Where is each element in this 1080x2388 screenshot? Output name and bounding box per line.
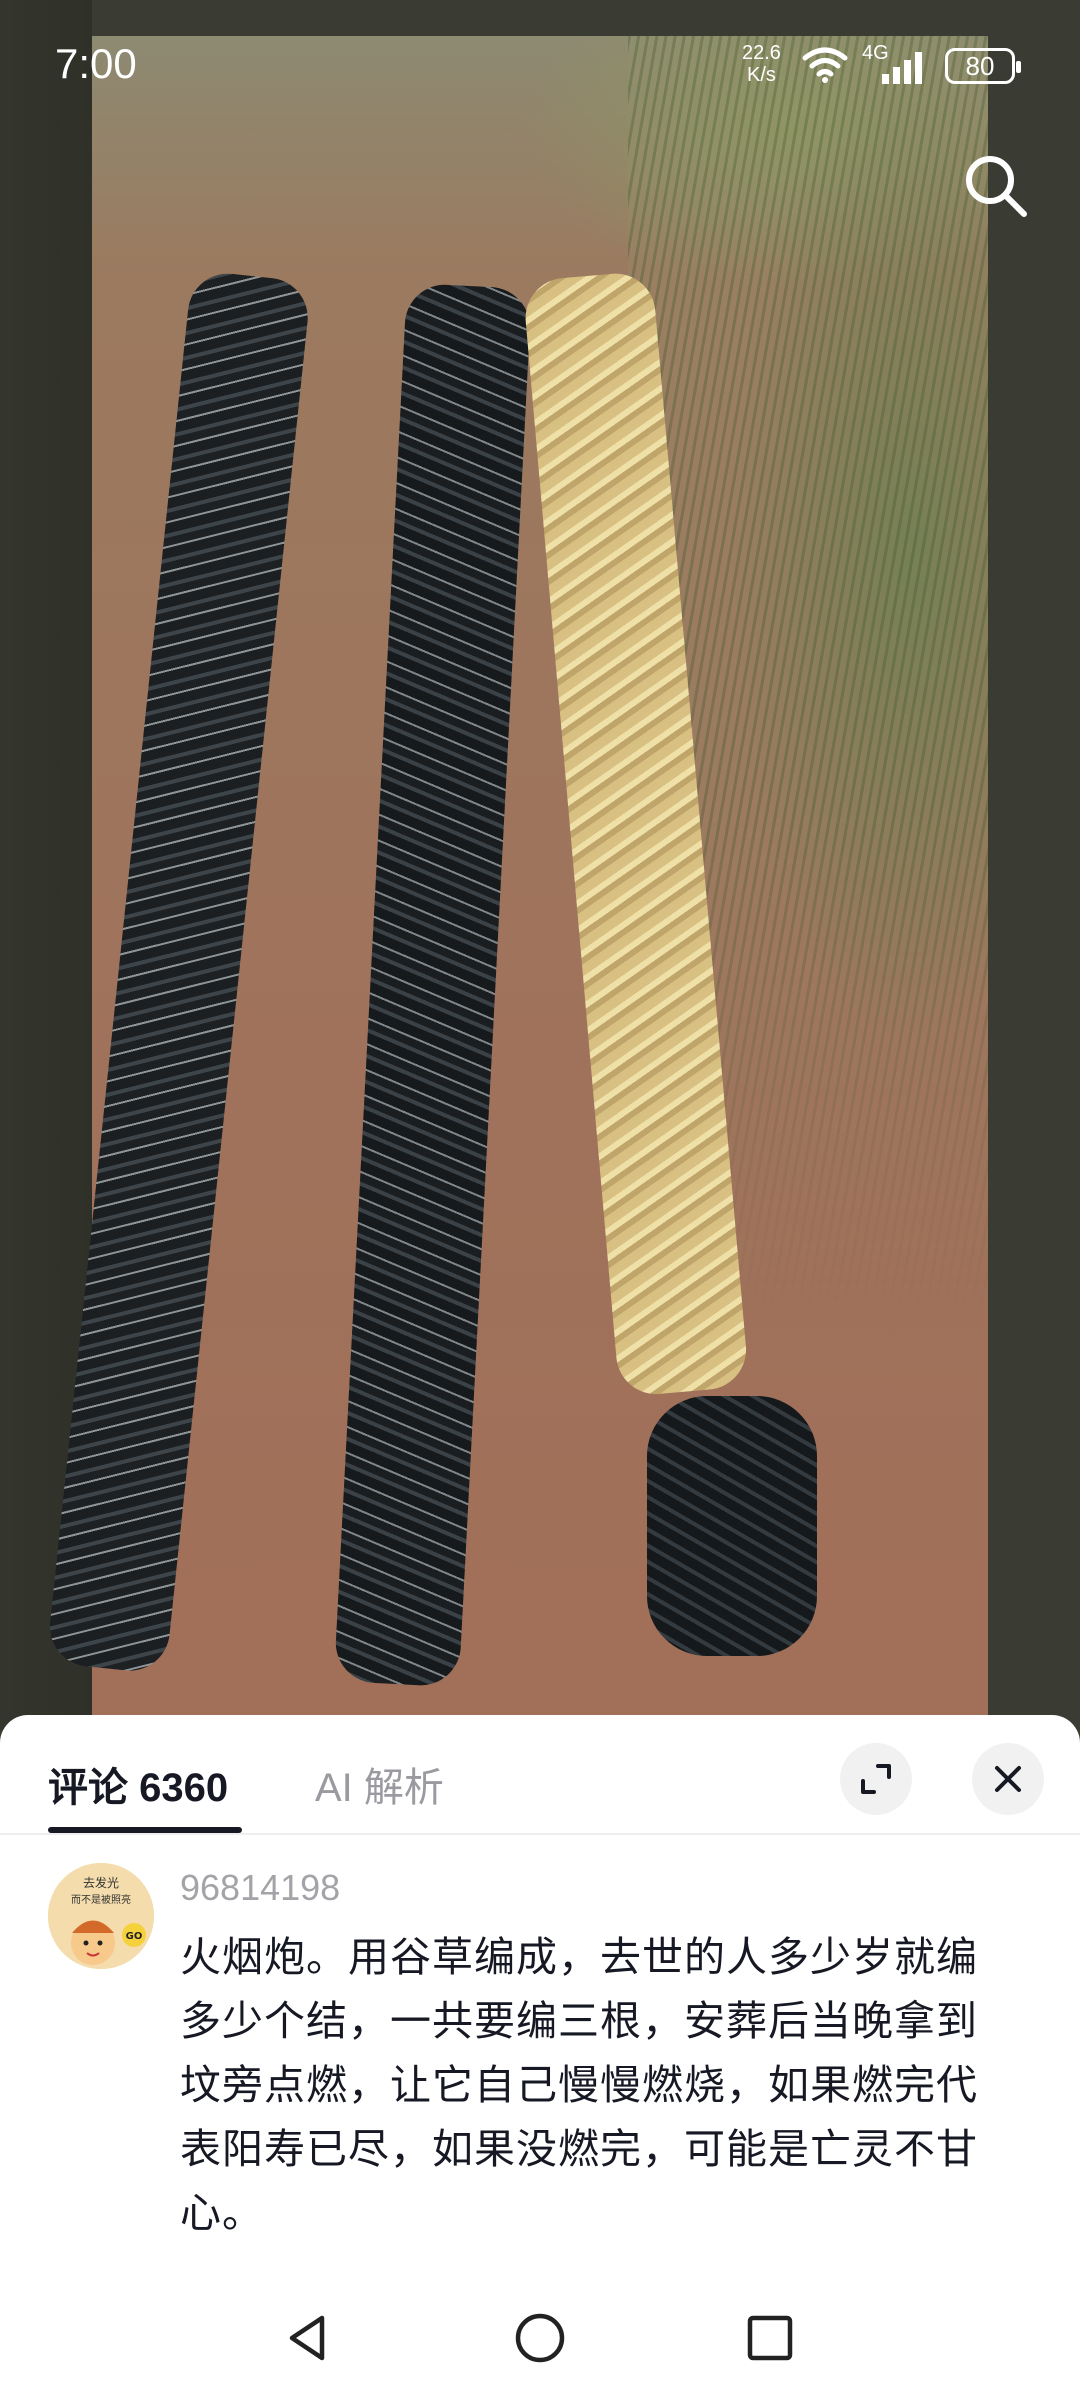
close-icon — [995, 1766, 1021, 1792]
system-nav-bar — [0, 2286, 1080, 2388]
tab-comments[interactable]: 评论 6360 — [48, 1755, 228, 1813]
recent-apps-icon[interactable] — [738, 2306, 802, 2370]
net-speed: 22.6 K/s — [742, 42, 781, 86]
comment-count: 6360 — [139, 1766, 229, 1810]
home-icon[interactable] — [508, 2306, 572, 2370]
burnt-straw-braid — [333, 282, 532, 1688]
avatar[interactable]: 去发光 而不是被照亮 GO — [48, 1863, 154, 1969]
status-time: 7:00 — [55, 40, 137, 87]
comments-sheet: 评论 6360 AI 解析 去发光 而不是被照亮 GO 96814198 火烟炮… — [0, 1715, 1080, 2286]
svg-text:GO: GO — [126, 1931, 143, 1942]
expand-icon — [861, 1764, 891, 1794]
search-icon[interactable] — [960, 150, 1030, 220]
video-frame — [45, 36, 988, 1716]
avatar-image: 去发光 而不是被照亮 GO — [48, 1863, 154, 1969]
comment-text: 火烟炮。用谷草编成，去世的人多少岁就编多少个结，一共要编三根，安葬后当晚拿到坟旁… — [180, 1933, 978, 2237]
burnt-straw-braid — [45, 269, 312, 1675]
close-button[interactable] — [972, 1743, 1044, 1815]
tab-ai-analysis[interactable]: AI 解析 — [315, 1755, 444, 1813]
wifi-icon — [802, 47, 848, 83]
net-speed-unit: K/s — [747, 64, 776, 86]
svg-text:而不是被照亮: 而不是被照亮 — [71, 1893, 131, 1906]
back-icon[interactable] — [276, 2306, 340, 2370]
comments-tabs: 评论 6360 AI 解析 — [0, 1715, 1080, 1835]
battery-indicator: 80 — [945, 48, 1021, 84]
video-player[interactable] — [0, 0, 1080, 1730]
expand-button[interactable] — [840, 1743, 912, 1815]
burnt-braid-end — [647, 1396, 817, 1656]
status-bar: 7:00 22.6 K/s 4G 80 — [0, 0, 1080, 130]
comment-item[interactable]: 去发光 而不是被照亮 GO 96814198 火烟炮。用谷草编成，去世的人多少岁… — [0, 1835, 1080, 2285]
net-speed-value: 22.6 — [742, 42, 781, 64]
svg-text:去发光: 去发光 — [83, 1875, 119, 1890]
signal-icon — [882, 52, 922, 84]
active-tab-indicator — [48, 1827, 242, 1833]
comment-username[interactable]: 96814198 — [180, 1867, 340, 1909]
tab-comments-label: 评论 — [48, 1766, 128, 1810]
